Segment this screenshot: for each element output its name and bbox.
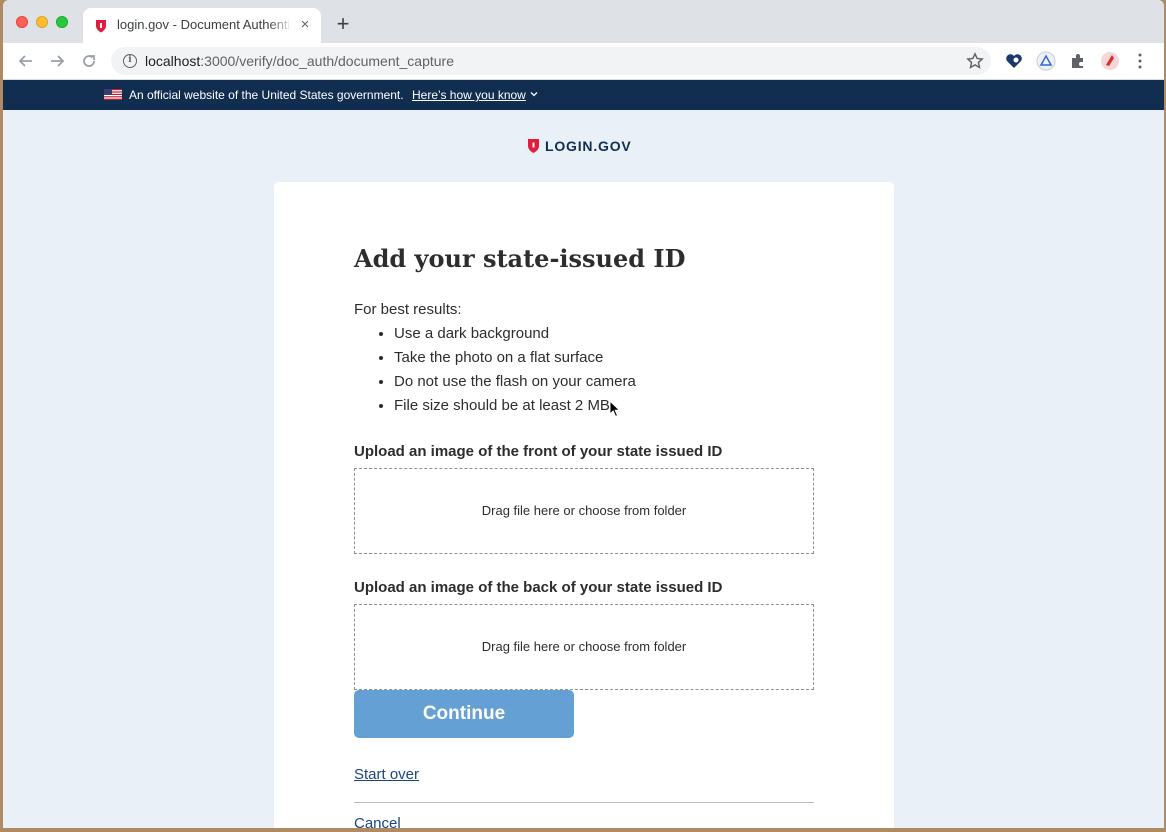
browser-menu-icon[interactable] (1136, 51, 1144, 71)
browser-window: login.gov - Document Authentication × + … (3, 0, 1164, 828)
document-capture-card: Add your state-issued ID For best result… (274, 182, 894, 828)
shield-icon (528, 139, 539, 153)
maximize-window-button[interactable] (56, 16, 68, 28)
front-id-dropzone[interactable]: Drag file here or choose from folder (354, 468, 814, 554)
reload-icon[interactable] (79, 51, 99, 71)
gov-banner: An official website of the United States… (3, 80, 1164, 110)
login-gov-favicon-icon (96, 20, 106, 33)
password-manager-extension-icon[interactable] (1004, 51, 1024, 71)
back-upload-label: Upload an image of the back of your stat… (354, 579, 723, 596)
tab-title: login.gov - Document Authentication (117, 17, 289, 32)
list-item: File size should be at least 2 MB (394, 397, 636, 421)
back-dropzone-text: Drag file here or choose from folder (481, 639, 687, 654)
tab-title-fade (269, 14, 293, 36)
url-host: localhost (145, 53, 201, 69)
gov-banner-text: An official website of the United States… (129, 88, 404, 102)
profile-avatar-icon[interactable] (1100, 51, 1120, 71)
bookmark-star-icon[interactable] (966, 52, 984, 70)
url-text[interactable]: localhost:3000/verify/doc_auth/document_… (145, 53, 454, 69)
mouse-cursor-icon (609, 400, 621, 418)
divider (354, 802, 814, 803)
list-item: Take the photo on a flat surface (394, 349, 636, 373)
us-flag-icon (104, 89, 122, 100)
url-path: :3000/verify/doc_auth/document_capture (200, 53, 454, 69)
forward-arrow-icon[interactable] (47, 51, 67, 71)
address-bar[interactable]: i localhost:3000/verify/doc_auth/documen… (111, 47, 991, 75)
new-tab-button[interactable]: + (333, 13, 353, 35)
heres-how-you-know-link[interactable]: Here’s how you know (412, 88, 526, 102)
accessibility-extension-icon[interactable] (1036, 51, 1056, 71)
continue-button[interactable]: Continue (354, 690, 574, 738)
close-window-button[interactable] (16, 16, 28, 28)
minimize-window-button[interactable] (36, 16, 48, 28)
site-info-icon[interactable]: i (123, 54, 137, 68)
best-results-intro: For best results: (354, 301, 462, 318)
logo-text: LOGIN.GOV (545, 138, 632, 154)
tab-strip: login.gov - Document Authentication × + (3, 0, 1164, 43)
front-dropzone-text: Drag file here or choose from folder (481, 503, 687, 518)
cancel-link[interactable]: Cancel (354, 815, 401, 828)
close-tab-icon[interactable]: × (297, 17, 313, 33)
chevron-down-icon[interactable] (529, 89, 539, 99)
tips-list: Use a dark background Take the photo on … (354, 325, 636, 421)
back-arrow-icon[interactable] (16, 51, 36, 71)
extensions-puzzle-icon[interactable] (1068, 51, 1088, 71)
page-title: Add your state-issued ID (354, 244, 686, 273)
start-over-link[interactable]: Start over (354, 766, 419, 783)
browser-toolbar: i localhost:3000/verify/doc_auth/documen… (3, 43, 1164, 80)
list-item: Do not use the flash on your camera (394, 373, 636, 397)
list-item: Use a dark background (394, 325, 636, 349)
browser-tab[interactable]: login.gov - Document Authentication × (83, 8, 321, 43)
front-upload-label: Upload an image of the front of your sta… (354, 443, 723, 460)
back-id-dropzone[interactable]: Drag file here or choose from folder (354, 604, 814, 690)
